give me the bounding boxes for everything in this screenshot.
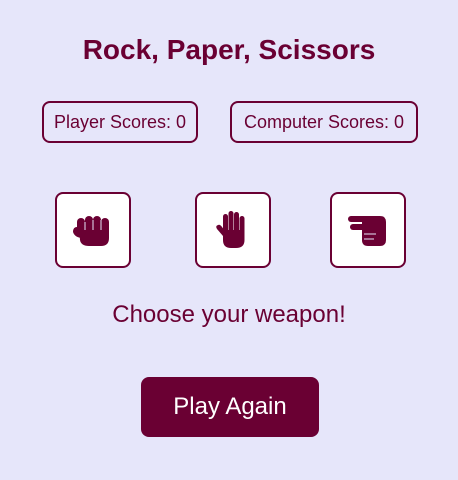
player-score: Player Scores: 0: [42, 101, 198, 143]
page-title: Rock, Paper, Scissors: [82, 34, 376, 65]
play-again-button[interactable]: Play Again: [141, 377, 319, 437]
paper-button[interactable]: [195, 192, 271, 268]
game-page: Rock, Paper, Scissors Player Scores: 0 C…: [0, 0, 458, 480]
computer-score: Computer Scores: 0: [230, 101, 418, 143]
open-hand-icon: [216, 211, 245, 248]
scissors-button[interactable]: [330, 192, 406, 268]
rock-button[interactable]: [55, 192, 131, 268]
fist-icon: [73, 216, 109, 246]
scissors-hand-icon: [348, 216, 386, 246]
status-message: Choose your weapon!: [112, 301, 346, 328]
